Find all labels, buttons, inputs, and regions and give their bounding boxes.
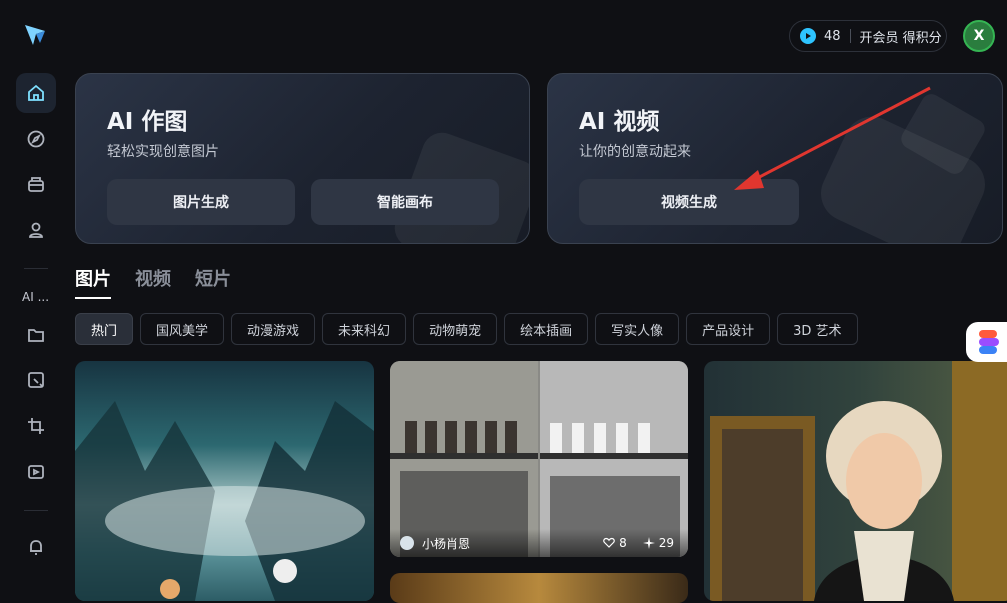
nav-video-tool[interactable] bbox=[16, 452, 56, 492]
compass-icon bbox=[27, 130, 45, 148]
tab-images[interactable]: 图片 bbox=[75, 265, 111, 299]
ai-image-subtitle: 轻松实现创意图片 bbox=[107, 144, 219, 160]
crop-icon bbox=[28, 418, 44, 434]
mountain-landscape-art bbox=[75, 401, 374, 601]
ai-image-title: AI 作图 bbox=[107, 109, 188, 135]
sidebar-section-label: AI ... bbox=[22, 290, 50, 304]
chip-guofeng[interactable]: 国风美学 bbox=[140, 313, 225, 345]
content-tabs: 图片 视频 短片 bbox=[75, 265, 255, 299]
ai-image-card: AI 作图 轻松实现创意图片 图片生成 智能画布 bbox=[75, 73, 530, 244]
remix-count: 29 bbox=[658, 536, 674, 550]
author-name[interactable]: 小杨肖恩 bbox=[422, 535, 470, 552]
nav-crop-tool[interactable] bbox=[16, 406, 56, 446]
sidebar-divider-2 bbox=[24, 510, 48, 511]
bell-icon bbox=[30, 540, 42, 555]
chip-portrait[interactable]: 写实人像 bbox=[595, 313, 680, 345]
points-separator bbox=[849, 29, 851, 43]
user-avatar[interactable]: X bbox=[963, 20, 995, 52]
points-coin-icon bbox=[800, 28, 816, 44]
folder-icon bbox=[28, 329, 44, 342]
video-add-icon bbox=[28, 465, 44, 479]
nav-folder[interactable] bbox=[16, 315, 56, 355]
nav-image-tool[interactable] bbox=[16, 360, 56, 400]
remix-sparkle-icon[interactable] bbox=[642, 537, 655, 549]
gallery-image-2[interactable]: 小杨肖恩 8 29 bbox=[390, 361, 688, 557]
chip-pets[interactable]: 动物萌宠 bbox=[413, 313, 498, 345]
points-pill[interactable]: 48 开会员 得积分 bbox=[789, 20, 947, 52]
vip-link[interactable]: 开会员 得积分 bbox=[860, 27, 942, 46]
sidebar-divider bbox=[24, 268, 48, 269]
author-avatar bbox=[400, 536, 414, 550]
user-icon bbox=[29, 222, 43, 238]
tab-videos[interactable]: 视频 bbox=[135, 265, 171, 299]
chip-3d[interactable]: 3D 艺术 bbox=[777, 313, 858, 345]
nav-profile[interactable] bbox=[16, 210, 56, 250]
chip-product[interactable]: 产品设计 bbox=[686, 313, 771, 345]
category-chips: 热门 国风美学 动漫游戏 未来科幻 动物萌宠 绘本插画 写实人像 产品设计 3D… bbox=[75, 313, 865, 345]
smart-canvas-button[interactable]: 智能画布 bbox=[311, 179, 499, 225]
nav-explore[interactable] bbox=[16, 119, 56, 159]
nav-notifications[interactable] bbox=[16, 527, 56, 567]
chip-scifi[interactable]: 未来科幻 bbox=[322, 313, 407, 345]
chip-hot[interactable]: 热门 bbox=[75, 313, 134, 345]
app-logo[interactable] bbox=[22, 22, 48, 48]
sidebar: AI ... bbox=[0, 0, 70, 593]
points-count: 48 bbox=[824, 28, 841, 44]
app-shortcut-icon bbox=[979, 330, 999, 354]
image-generate-button[interactable]: 图片生成 bbox=[107, 179, 295, 225]
workers-on-beam-art bbox=[390, 361, 688, 557]
image-add-icon bbox=[28, 372, 44, 388]
home-icon bbox=[28, 84, 44, 101]
annotation-arrow bbox=[734, 86, 931, 190]
like-count: 8 bbox=[619, 536, 627, 550]
gallery-image-4[interactable] bbox=[390, 573, 688, 603]
floating-app-button[interactable] bbox=[966, 322, 1007, 362]
tab-shorts[interactable]: 短片 bbox=[195, 265, 231, 299]
portrait-painting-art bbox=[710, 361, 1007, 601]
nav-home[interactable] bbox=[16, 73, 56, 113]
ai-video-title: AI 视频 bbox=[579, 109, 660, 135]
gallery-image-3[interactable] bbox=[704, 361, 1007, 601]
chip-picturebook[interactable]: 绘本插画 bbox=[504, 313, 589, 345]
ai-video-subtitle: 让你的创意动起来 bbox=[579, 144, 691, 160]
box-icon bbox=[28, 177, 44, 192]
image-caption: 小杨肖恩 8 29 bbox=[390, 529, 688, 557]
nav-assets[interactable] bbox=[16, 164, 56, 204]
like-icon[interactable] bbox=[603, 537, 615, 549]
gallery-image-1[interactable] bbox=[75, 361, 374, 601]
chip-anime[interactable]: 动漫游戏 bbox=[231, 313, 316, 345]
